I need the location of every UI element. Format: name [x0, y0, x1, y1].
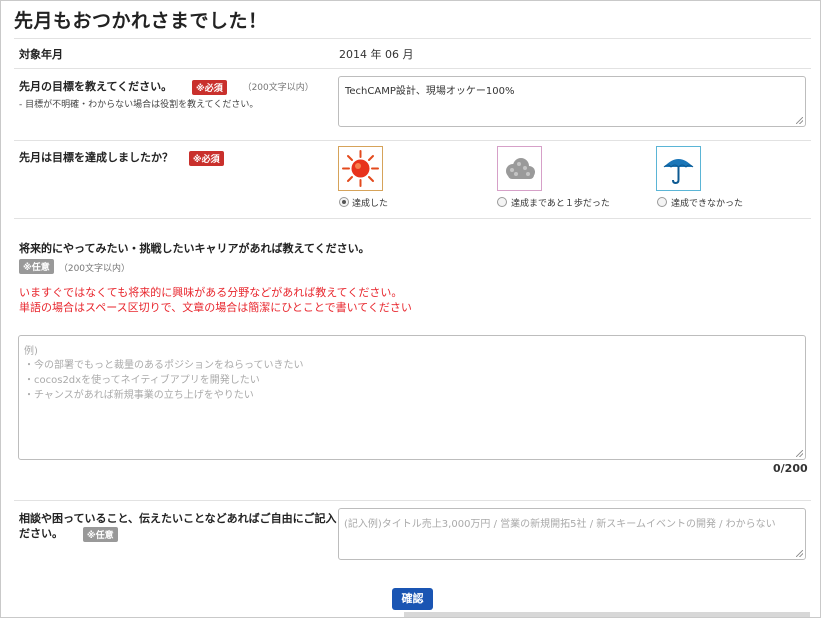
career-placeholder-line: ・今の部署でもっと裁量のあるポジションをねらっていきたい: [24, 360, 304, 371]
not-achieved-label: 達成できなかった: [671, 199, 744, 209]
period-label: 対象年月: [19, 48, 63, 61]
not-achieved-option-icon[interactable]: [656, 146, 701, 191]
umbrella-icon: [663, 159, 694, 185]
resize-grip[interactable]: [796, 117, 803, 124]
required-badge: ※必須: [188, 150, 224, 166]
goal-note: - 目標が不明確・わからない場合は役割を教えてください。: [19, 100, 259, 110]
resize-grip[interactable]: [796, 550, 803, 557]
period-value: 2014 年 06 月: [339, 48, 414, 61]
confirm-button[interactable]: 確認: [392, 588, 433, 610]
almost-label: 達成まであと１歩だった: [511, 199, 610, 209]
career-desc-line1: いますぐではなくても将来的に興味がある分野などがあれば教えてください。: [19, 286, 403, 299]
career-textarea[interactable]: 例) ・今の部署でもっと裁量のあるポジションをねらっていきたい ・cocos2d…: [18, 335, 806, 460]
career-label: 将来的にやってみたい・挑戦したいキャリアがあれば教えてください。: [19, 242, 370, 255]
achieved-radio[interactable]: [339, 197, 349, 207]
not-achieved-radio[interactable]: [657, 197, 667, 207]
consult-textarea[interactable]: (記入例)タイトル売上3,000万円 / 営業の新規開拓5社 / 新スキームイベ…: [338, 508, 806, 560]
career-char-counter: 0/200: [773, 462, 808, 475]
career-placeholder-line: ・チャンスがあれば新規事業の立ち上げをやりたい: [24, 390, 254, 401]
horizontal-scrollbar[interactable]: [404, 612, 810, 617]
achieve-label: 先月は目標を達成しましたか？ ※必須: [19, 149, 224, 166]
career-placeholder-line: ・cocos2dxを使ってネイティブアプリを開発したい: [24, 375, 260, 386]
career-placeholder-line: 例): [24, 346, 38, 357]
page-title: 先月もおつかれさまでした！: [14, 10, 268, 32]
cloud-icon: [506, 158, 535, 179]
divider: [14, 38, 811, 39]
goal-textarea[interactable]: TechCAMP設計、現場オッケー100%: [338, 76, 806, 127]
career-limit: （200文字以内）: [58, 264, 131, 274]
divider: [14, 218, 811, 219]
consult-label-line1: 相談や困っていること、伝えたいことなどあればご自由にご記入く: [19, 512, 348, 525]
consult-label-text: ださい。: [19, 527, 63, 540]
almost-option-icon[interactable]: [497, 146, 542, 191]
goal-label-text: 先月の目標を教えてください。: [19, 80, 173, 93]
achieved-label: 達成した: [352, 199, 389, 209]
goal-value: TechCAMP設計、現場オッケー100%: [345, 86, 515, 97]
goal-limit: （200文字以内）: [242, 83, 314, 93]
almost-radio[interactable]: [497, 197, 507, 207]
career-desc-line2: 単語の場合はスペース区切りで、文章の場合は簡潔にひとことで書いてください: [19, 301, 412, 314]
divider: [14, 68, 811, 69]
divider: [14, 140, 811, 141]
sun-icon: [342, 150, 379, 187]
achieved-option-icon[interactable]: [338, 146, 383, 191]
achieve-label-text: 先月は目標を達成しましたか？: [19, 151, 173, 164]
optional-badge: ※任意: [82, 526, 118, 542]
consult-placeholder: (記入例)タイトル売上3,000万円 / 営業の新規開拓5社 / 新スキームイベ…: [344, 519, 776, 530]
consult-label-line2: ださい。 ※任意: [19, 525, 118, 542]
resize-grip[interactable]: [796, 450, 803, 457]
optional-badge: ※任意: [19, 259, 54, 274]
required-badge: ※必須: [191, 79, 227, 95]
goal-label: 先月の目標を教えてください。 ※必須 （200文字以内）: [19, 78, 314, 95]
divider: [14, 500, 811, 501]
career-meta: ※任意 （200文字以内）: [19, 256, 130, 275]
